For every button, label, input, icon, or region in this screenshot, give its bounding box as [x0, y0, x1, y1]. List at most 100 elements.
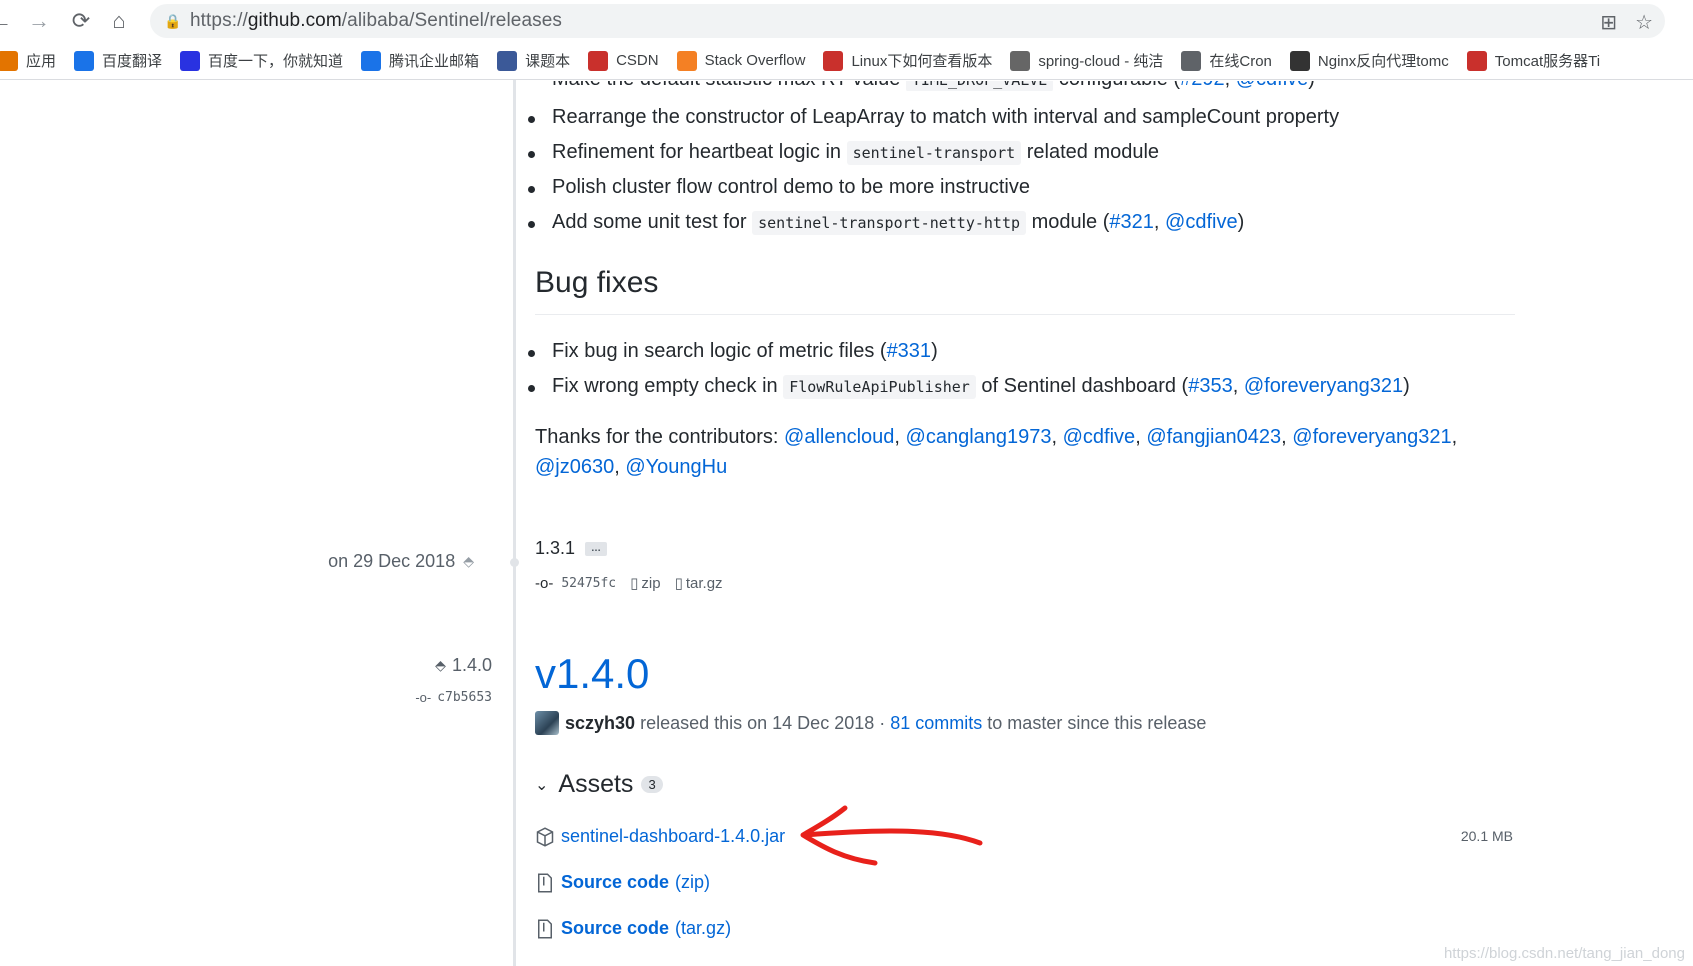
translate-icon[interactable]: ⊞	[1600, 10, 1617, 35]
lock-icon: 🔒	[164, 13, 182, 29]
list-item: Polish cluster flow control demo to be m…	[528, 176, 1030, 198]
commits-link[interactable]: 81 commits	[890, 713, 982, 734]
release-byline: sczyh30 released this on 14 Dec 2018 · 8…	[535, 711, 1206, 735]
contributor-link[interactable]: @foreveryang321	[1292, 426, 1451, 448]
browser-toolbar: ← → ⟳ ⌂ 🔒 https://github.com/alibaba/Sen…	[0, 0, 1693, 42]
list-item: Fix wrong empty check in FlowRuleApiPubl…	[528, 375, 1410, 399]
contributors-paragraph: Thanks for the contributors: @allencloud…	[535, 426, 1458, 478]
bookmark-item[interactable]: spring-cloud - 纯洁	[1010, 50, 1163, 71]
tag-icon: ⬘	[463, 553, 474, 569]
commit-sidebar: -o- c7b5653	[415, 690, 492, 705]
bookmark-favicon-icon	[1010, 50, 1031, 71]
bookmark-favicon-icon	[180, 50, 201, 71]
bookmark-label: Stack Overflow	[704, 52, 806, 69]
address-bar[interactable]: 🔒 https://github.com/alibaba/Sentinel/re…	[150, 4, 1665, 38]
source-zip-link[interactable]: Source code (zip)	[561, 872, 710, 893]
url-text[interactable]: https://github.com/alibaba/Sentinel/rele…	[190, 10, 562, 32]
back-icon[interactable]: ←	[0, 6, 16, 36]
source-targz-link[interactable]: Source code (tar.gz)	[561, 918, 731, 939]
chevron-down-icon: ⌄	[535, 776, 549, 794]
bookmark-favicon-icon	[1289, 50, 1310, 71]
bookmark-label: Tomcat服务器Ti	[1494, 53, 1601, 70]
bookmark-item[interactable]: Stack Overflow	[676, 50, 806, 71]
bookmark-label: Nginx反向代理tomc	[1317, 53, 1449, 70]
commit-icon: -o-	[415, 690, 432, 705]
bookmark-item[interactable]: 腾讯企业邮箱	[361, 50, 479, 71]
issue-link[interactable]: #331	[887, 340, 932, 362]
bookmark-item[interactable]: 百度一下，你就知道	[180, 50, 343, 71]
zip-file-icon: ▯	[630, 575, 639, 592]
contributor-link[interactable]: @YoungHu	[625, 456, 727, 478]
bookmark-favicon-icon	[0, 50, 18, 71]
release-links: -o- 52475fc ▯ zip ▯ tar.gz	[535, 574, 723, 593]
bookmarks-bar: 应用 百度翻译 百度一下，你就知道 腾讯企业邮箱 课题本 CSDN Stack Overfl…	[0, 42, 1693, 80]
red-arrow-annotation	[800, 805, 983, 866]
bookmark-label: 百度一下，你就知道	[208, 53, 344, 70]
bookmark-item[interactable]: 百度翻译	[74, 50, 162, 71]
release-title[interactable]: v1.4.0	[535, 650, 649, 698]
contributor-link[interactable]: @allencloud	[784, 426, 894, 448]
forward-icon[interactable]: →	[24, 6, 54, 36]
assets-toggle[interactable]: ⌄ Assets 3	[535, 770, 663, 799]
timeline-dot	[510, 558, 519, 567]
contributor-link[interactable]: @canglang1973	[906, 426, 1052, 448]
bookmark-item[interactable]: Nginx反向代理tomc	[1289, 50, 1449, 71]
bookmark-favicon-icon	[497, 50, 518, 71]
user-link[interactable]: @cdfive	[1165, 211, 1238, 233]
bookmark-favicon-icon	[1466, 50, 1487, 71]
author-link[interactable]: sczyh30	[565, 713, 635, 734]
release-tag-131: 1.3.1 …	[535, 538, 608, 559]
issue-link[interactable]: #321	[1109, 211, 1154, 233]
bookmark-label: spring-cloud - 纯洁	[1038, 53, 1164, 70]
bookmark-item[interactable]: 在线Cron	[1181, 50, 1272, 71]
bookmark-label: 在线Cron	[1209, 53, 1272, 70]
release-tag-sidebar: ⬘ 1.4.0	[435, 655, 492, 676]
asset-row: Source code (tar.gz)	[535, 918, 731, 939]
commit-link[interactable]: 52475fc	[561, 576, 616, 591]
bookmark-label: 课题本	[525, 53, 571, 70]
bookmark-label: Linux下如何查看版本	[851, 53, 993, 70]
bookmark-label: 腾讯企业邮箱	[389, 53, 480, 70]
bookmark-favicon-icon	[74, 50, 95, 71]
list-item: Refinement for heartbeat logic in sentin…	[527, 141, 1160, 165]
bookmark-star-icon[interactable]: ☆	[1635, 10, 1653, 35]
issue-link[interactable]: #353	[1188, 375, 1233, 397]
bookmark-item[interactable]: CSDN	[588, 50, 659, 71]
heading-divider	[535, 314, 1515, 315]
tag-link[interactable]: 1.4.0	[452, 655, 492, 676]
package-icon	[536, 826, 554, 847]
bookmark-item[interactable]: Tomcat服务器Ti	[1466, 50, 1601, 71]
expand-button[interactable]: …	[585, 541, 608, 556]
asset-row: sentinel-dashboard-1.4.0.jar	[535, 826, 785, 847]
timeline-line	[513, 80, 516, 966]
bookmark-favicon-icon	[361, 50, 382, 71]
bugfixes-heading: Bug fixes	[535, 266, 659, 299]
targz-link[interactable]: tar.gz	[686, 575, 723, 592]
bookmark-favicon-icon	[1181, 50, 1202, 71]
list-item: Fix bug in search logic of metric files …	[528, 340, 938, 362]
list-item: Add some unit test for sentinel-transpor…	[527, 211, 1245, 235]
commit-link[interactable]: c7b5653	[437, 690, 492, 705]
watermark: https://blog.csdn.net/tang_jian_dong	[1443, 945, 1685, 962]
contributor-link[interactable]: @jz0630	[535, 456, 614, 478]
home-icon[interactable]: ⌂	[104, 6, 134, 36]
assets-count-badge: 3	[641, 776, 663, 793]
asset-row: Source code (zip)	[535, 872, 710, 893]
avatar[interactable]	[535, 711, 559, 735]
release-date: on 29 Dec 2018 ⬘	[328, 551, 474, 571]
tag-icon: ⬘	[435, 657, 446, 673]
bookmark-item[interactable]: 课题本	[497, 50, 570, 71]
bookmark-item[interactable]: Linux下如何查看版本	[823, 50, 992, 71]
bookmark-label: 应用	[26, 53, 57, 70]
zip-file-icon: ▯	[674, 575, 683, 592]
bookmark-item[interactable]: 应用	[0, 50, 56, 71]
zip-file-icon	[538, 873, 552, 892]
contributor-link[interactable]: @cdfive	[1063, 426, 1136, 448]
user-link[interactable]: @foreveryang321	[1244, 375, 1403, 397]
zip-link[interactable]: zip	[641, 575, 660, 592]
reload-icon[interactable]: ⟳	[66, 6, 96, 36]
zip-file-icon	[538, 919, 552, 938]
asset-jar-link[interactable]: sentinel-dashboard-1.4.0.jar	[561, 826, 785, 847]
bookmark-label: 百度翻译	[102, 53, 163, 70]
contributor-link[interactable]: @fangjian0423	[1146, 426, 1281, 448]
